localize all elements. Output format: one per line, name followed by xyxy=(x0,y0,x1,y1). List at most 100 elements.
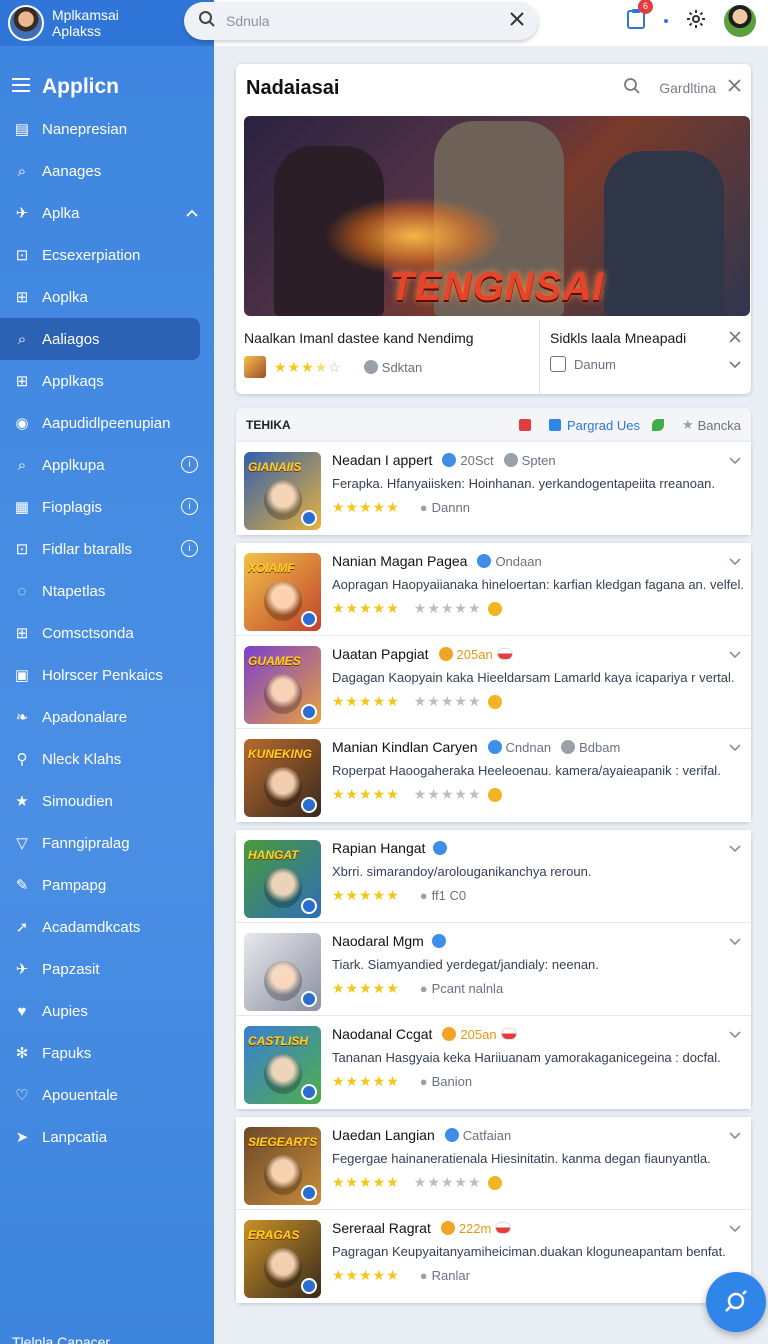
featured-checkbox[interactable] xyxy=(550,356,566,372)
location-pin-icon: ● xyxy=(419,888,428,903)
info-icon[interactable]: i xyxy=(181,540,198,557)
chevron-down-icon[interactable] xyxy=(729,1220,741,1238)
sidebar-item-11[interactable]: ◌ Ntapetlas xyxy=(0,570,214,612)
close-icon[interactable] xyxy=(729,330,741,348)
sidebar-item-23[interactable]: ♡ Apouentale xyxy=(0,1074,214,1116)
sidebar-item-0[interactable]: ▤ Nanepresian xyxy=(0,108,214,150)
list-tag-badges[interactable] xyxy=(518,419,537,431)
sidebar-item-12[interactable]: ⊞ Comsctsonda xyxy=(0,612,214,654)
user-avatar[interactable] xyxy=(8,5,44,41)
app-thumbnail[interactable]: XOIAMF xyxy=(244,553,321,631)
sidebar-item-label: Aoplka xyxy=(42,288,88,306)
list-sort-bancka[interactable]: ★ Bancka xyxy=(682,417,741,433)
list-item[interactable]: ERAGAS Sereraal Ragrat 222m Pagragan Keupya… xyxy=(236,1210,751,1303)
item-rating: ★★★★★ xyxy=(332,887,400,903)
app-thumbnail[interactable]: GIANAIIS xyxy=(244,452,321,530)
chevron-down-icon[interactable] xyxy=(729,933,741,951)
list-item[interactable]: HANGAT Rapian Hangat Xbrri. simarandoy/aro… xyxy=(236,830,751,923)
sidebar-item-4[interactable]: ⊞ Aoplka xyxy=(0,276,214,318)
gear-icon[interactable] xyxy=(686,9,706,34)
item-meta-1: 222m xyxy=(458,1220,492,1236)
chevron-down-icon[interactable] xyxy=(729,357,741,372)
list-item[interactable]: GIANAIIS Neadan I appert 20Sct Spten Ferapka… xyxy=(236,442,751,535)
thumbnail-text: GIANAIIS xyxy=(248,460,302,474)
app-thumbnail[interactable]: HANGAT xyxy=(244,840,321,918)
sidebar-item-14[interactable]: ❧ Apadonalare xyxy=(0,696,214,738)
app-thumbnail[interactable]: CASTLISH xyxy=(244,1026,321,1104)
notifications-button[interactable]: 6 xyxy=(626,0,653,35)
list-filter-pargrad[interactable]: Pargrad Ues xyxy=(548,418,640,433)
list-item[interactable]: XOIAMF Nanian Magan Pagea Ondaan Aopragan H… xyxy=(236,543,751,636)
sidebar-item-10[interactable]: ⊡ Fidlar btaralls i xyxy=(0,528,214,570)
thumbnail-character xyxy=(264,674,302,714)
info-icon[interactable]: i xyxy=(181,456,198,473)
search-input[interactable]: Sdnula xyxy=(226,13,510,29)
location-pin-icon: ● xyxy=(419,1268,428,1283)
item-rating: ★★★★★ xyxy=(332,786,400,802)
sidebar-item-9[interactable]: ▦ Fioplagis i xyxy=(0,486,214,528)
list-item[interactable]: GUAMES Uaatan Papgiat 205an Dagagan Kaopyai… xyxy=(236,636,751,729)
chevron-down-icon[interactable] xyxy=(729,840,741,858)
sidebar-item-5[interactable]: ⌕ Aaliagos xyxy=(0,318,200,360)
brand-line-1: Mplkamsai xyxy=(52,7,119,23)
item-title-line: Uaatan Papgiat 205an xyxy=(332,646,743,662)
featured-banner-image[interactable]: TENGNSAI xyxy=(244,116,750,316)
leaf-icon[interactable] xyxy=(651,419,670,431)
banner-blast xyxy=(324,196,504,276)
item-location: ● Pcant nalnla xyxy=(420,981,503,996)
featured-right-panel[interactable]: Sidkls laala Mneapadi Danum xyxy=(540,320,751,394)
list-item[interactable]: Naodaral Mgm Tiark. Siamyandied yerdegat/… xyxy=(236,923,751,1016)
sidebar-item-label: Applkaqs xyxy=(42,372,104,390)
chevron-down-icon[interactable] xyxy=(729,553,741,571)
sidebar-item-19[interactable]: ➚ Acadamdkcats xyxy=(0,906,214,948)
sidebar-item-8[interactable]: ⌕ Applkupa i xyxy=(0,444,214,486)
sidebar-item-17[interactable]: ▽ Fanngipralag xyxy=(0,822,214,864)
chevron-up-icon[interactable] xyxy=(186,205,198,220)
sidebar-item-18[interactable]: ✎ Pampapg xyxy=(0,864,214,906)
chevron-down-icon[interactable] xyxy=(729,646,741,664)
list-item[interactable]: SIEGEARTS Uaedan Langian Catfaian Fegergae … xyxy=(236,1117,751,1210)
sidebar-item-2[interactable]: ✈ Aplka xyxy=(0,192,214,234)
app-thumbnail[interactable]: GUAMES xyxy=(244,646,321,724)
list-item[interactable]: KUNEKING Manian Kindlan Caryen Cndnan Bdbam… xyxy=(236,729,751,822)
item-title: Uaedan Langian xyxy=(332,1127,435,1143)
chevron-down-icon[interactable] xyxy=(729,452,741,470)
sidebar-item-label: Aaliagos xyxy=(42,330,100,348)
featured-left-panel[interactable]: Naalkan Imanl dastee kand Nendimg ★★★★☆ … xyxy=(236,320,540,394)
app-thumbnail[interactable]: ERAGAS xyxy=(244,1220,321,1298)
list-item[interactable]: CASTLISH Naodanal Ccgat 205an Tananan Hasgy… xyxy=(236,1016,751,1109)
sidebar-item-6[interactable]: ⊞ Applkaqs xyxy=(0,360,214,402)
floating-action-button[interactable] xyxy=(706,1272,766,1332)
app-thumbnail[interactable] xyxy=(244,933,321,1011)
brand[interactable]: Mplkamsai Aplakss xyxy=(0,0,214,46)
sidebar-item-24[interactable]: ➤ Lanpcatia xyxy=(0,1116,214,1158)
sidebar-item-20[interactable]: ✈ Papzasit xyxy=(0,948,214,990)
sidebar-item-16[interactable]: ★ Simoudien xyxy=(0,780,214,822)
chevron-down-icon[interactable] xyxy=(729,1026,741,1044)
sidebar-footer[interactable]: Tlelnla Capacer xyxy=(12,1334,110,1344)
sidebar-item-1[interactable]: ⌕ Aanages xyxy=(0,150,214,192)
close-icon[interactable] xyxy=(728,79,741,97)
search-icon[interactable] xyxy=(623,77,641,100)
sidebar-item-13[interactable]: ▣ Holrscer Penkaics xyxy=(0,654,214,696)
sidebar-header[interactable]: Applicn xyxy=(0,66,214,108)
item-meta: 20Sct xyxy=(438,453,494,468)
search-bar[interactable]: Sdnula xyxy=(184,2,538,40)
sidebar-item-7[interactable]: ◉ Aapudidlpeenupian xyxy=(0,402,214,444)
sidebar-item-22[interactable]: ✻ Fapuks xyxy=(0,1032,214,1074)
app-thumbnail[interactable]: SIEGEARTS xyxy=(244,1127,321,1205)
chevron-down-icon[interactable] xyxy=(729,739,741,757)
info-badge-icon xyxy=(433,841,448,855)
profile-avatar[interactable] xyxy=(724,5,756,37)
sidebar-item-21[interactable]: ♥ Aupies xyxy=(0,990,214,1032)
info-icon[interactable]: i xyxy=(181,498,198,515)
thumbnail-text: XOIAMF xyxy=(248,561,295,575)
sidebar-item-3[interactable]: ⊡ Ecsexerpiation xyxy=(0,234,214,276)
featured-filter-label[interactable]: Gardltina xyxy=(659,80,716,96)
grid-icon: ⊞ xyxy=(15,289,29,306)
app-thumbnail[interactable]: KUNEKING xyxy=(244,739,321,817)
sidebar-item-15[interactable]: ⚲ Nleck Klahs xyxy=(0,738,214,780)
item-info: Nanian Magan Pagea Ondaan Aopragan Haopyai… xyxy=(332,553,743,625)
chevron-down-icon[interactable] xyxy=(729,1127,741,1145)
clear-search-icon[interactable] xyxy=(510,11,524,31)
